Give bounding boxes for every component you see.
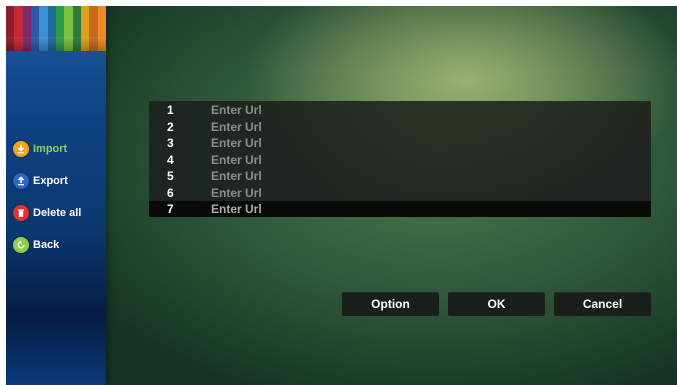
import-label: Import bbox=[33, 143, 68, 155]
url-input[interactable]: Enter Url bbox=[211, 120, 262, 134]
url-input[interactable]: Enter Url bbox=[211, 136, 262, 150]
cancel-button[interactable]: Cancel bbox=[554, 292, 651, 316]
row-number: 5 bbox=[167, 169, 174, 183]
import-icon bbox=[13, 141, 29, 157]
url-row-4[interactable]: 4 Enter Url bbox=[149, 152, 651, 168]
export-menu-item[interactable]: Export bbox=[13, 172, 81, 190]
export-icon bbox=[13, 173, 29, 189]
url-input[interactable]: Enter Url bbox=[211, 153, 262, 167]
row-number: 1 bbox=[167, 103, 174, 117]
export-label: Export bbox=[33, 175, 68, 187]
pencil-stripe bbox=[47, 6, 57, 51]
row-number: 4 bbox=[167, 153, 174, 167]
pencil-stripe bbox=[64, 6, 73, 51]
url-row-2[interactable]: 2 Enter Url bbox=[149, 119, 651, 135]
pencil-stripe bbox=[6, 6, 15, 51]
sidebar: Import Export Delete all Back bbox=[6, 6, 107, 385]
url-input[interactable]: Enter Url bbox=[211, 169, 262, 183]
row-number: 2 bbox=[167, 120, 174, 134]
url-row-5[interactable]: 5 Enter Url bbox=[149, 168, 651, 184]
url-row-3[interactable]: 3 Enter Url bbox=[149, 135, 651, 151]
trash-icon bbox=[13, 205, 29, 221]
option-button[interactable]: Option bbox=[342, 292, 439, 316]
pencil-stripe bbox=[14, 6, 23, 51]
url-input[interactable]: Enter Url bbox=[211, 103, 262, 117]
screen: Import Export Delete all Back 1 Enter Ur… bbox=[6, 6, 677, 385]
back-menu-item[interactable]: Back bbox=[13, 236, 81, 254]
delete-all-menu-item[interactable]: Delete all bbox=[13, 204, 81, 222]
pencil-stripe bbox=[80, 6, 90, 51]
pencil-stripe bbox=[97, 6, 107, 51]
pencil-stripe bbox=[22, 6, 32, 51]
url-row-7[interactable]: 7 Enter Url bbox=[149, 201, 651, 217]
import-menu-item[interactable]: Import bbox=[13, 140, 81, 158]
url-row-1[interactable]: 1 Enter Url bbox=[149, 102, 651, 118]
url-input[interactable]: Enter Url bbox=[211, 186, 262, 200]
delete-all-label: Delete all bbox=[33, 207, 82, 219]
pencil-stripe bbox=[89, 6, 98, 51]
pencil-stripe bbox=[55, 6, 65, 51]
sidebar-menu: Import Export Delete all Back bbox=[13, 140, 81, 268]
row-number: 6 bbox=[167, 186, 174, 200]
pencil-stripe bbox=[30, 6, 40, 51]
row-number: 3 bbox=[167, 136, 174, 150]
back-icon bbox=[13, 237, 29, 253]
pencils-banner-image bbox=[6, 6, 107, 51]
url-list: 1 Enter Url 2 Enter Url 3 Enter Url 4 En… bbox=[149, 101, 651, 217]
ok-button[interactable]: OK bbox=[448, 292, 545, 316]
url-input[interactable]: Enter Url bbox=[211, 202, 262, 216]
pencil-stripe bbox=[72, 6, 82, 51]
row-number: 7 bbox=[167, 202, 174, 216]
back-label: Back bbox=[33, 239, 60, 251]
url-row-6[interactable]: 6 Enter Url bbox=[149, 185, 651, 201]
pencil-stripe bbox=[39, 6, 48, 51]
